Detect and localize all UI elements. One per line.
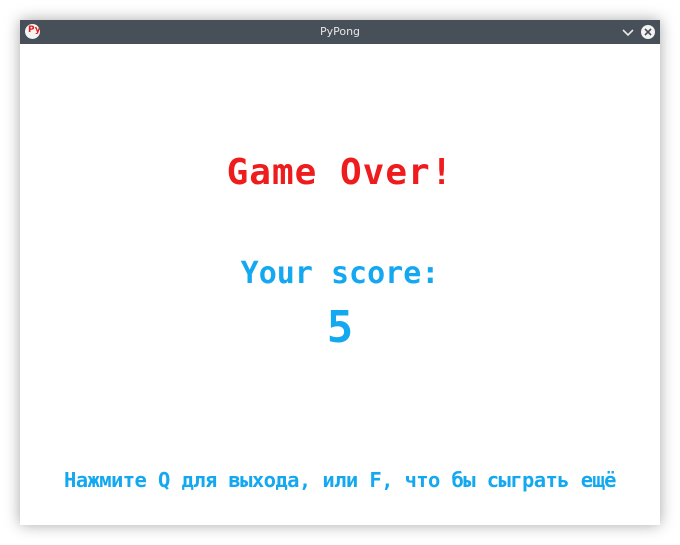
close-icon [641,25,655,39]
score-label: Your score: [240,256,440,291]
close-button[interactable] [640,24,656,40]
minimize-button[interactable] [620,24,636,40]
controls-hint: Нажмите Q для выхода, или F, что бы сыгр… [64,468,616,492]
title-bar[interactable]: Py PyPong [20,20,660,44]
chevron-down-icon [622,29,634,37]
game-canvas[interactable]: Game Over! Your score: 5 Нажмите Q для в… [20,44,660,525]
app-window: Py PyPong Game Over! Your score: 5 Нажми… [20,20,660,525]
game-over-heading: Game Over! [226,152,454,193]
window-title: PyPong [319,25,361,38]
score-value: 5 [326,302,354,353]
